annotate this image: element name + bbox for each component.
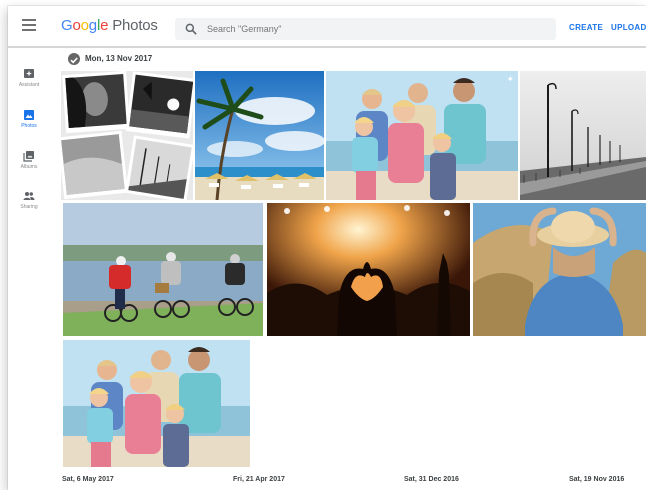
google-photos-logo[interactable]: Google Photos [61,17,158,34]
logo-letter: o [80,17,89,34]
search-bar[interactable] [175,18,556,40]
upload-button[interactable]: UPLOAD [611,23,646,32]
photo-family-beach[interactable]: ✦ [326,71,518,200]
top-bar: GooglePhotos CREATE UPLOAD [8,6,646,48]
photo-bw-collage[interactable] [61,71,193,200]
sparkle-icon: ✦ [506,74,514,84]
logo-letter: e [100,17,109,34]
app-window: GooglePhotos CREATE UPLOAD Assistant Pho… [8,6,646,490]
search-input[interactable] [207,21,527,37]
albums-icon [23,151,34,162]
sidebar-item-label: Sharing [20,204,38,210]
sidebar-item-label: Photos [21,123,37,129]
sidebar-item-photos[interactable]: Photos [8,109,50,129]
date-label: Sat, 6 May 2017 [62,476,114,483]
photo-woman-straw-hat[interactable] [473,203,646,336]
sidebar-item-sharing[interactable]: Sharing [8,190,50,210]
assistant-icon [24,69,34,78]
logo-product-name: Photos [112,17,158,34]
sidebar-item-assistant[interactable]: Assistant [8,68,50,88]
photo-family-beach-2[interactable] [63,340,250,467]
hamburger-menu-icon[interactable] [22,19,36,31]
sharing-icon [23,192,35,200]
logo-letter: g [88,17,97,34]
date-header-label: Mon, 13 Nov 2017 [85,54,153,63]
date-label: Sat, 31 Dec 2016 [404,476,459,483]
select-all-check-icon[interactable] [68,53,80,65]
logo-letter: G [61,17,73,34]
sidebar-item-albums[interactable]: Albums [8,150,50,170]
photo-cyclists-river[interactable] [63,203,263,336]
date-label: Fri, 21 Apr 2017 [233,476,285,483]
sidebar-item-label: Assistant [18,82,40,88]
photo-concert-heart-hands[interactable] [267,203,470,336]
logo-letter: o [72,17,81,34]
sidebar-item-label: Albums [20,164,38,170]
photo-palm-beach[interactable] [195,71,324,200]
create-button[interactable]: CREATE [569,23,603,32]
date-label: Sat, 19 Nov 2016 [569,476,625,483]
search-icon[interactable] [184,22,198,36]
photo-pier-bw[interactable] [520,71,646,200]
photos-icon [24,110,34,120]
